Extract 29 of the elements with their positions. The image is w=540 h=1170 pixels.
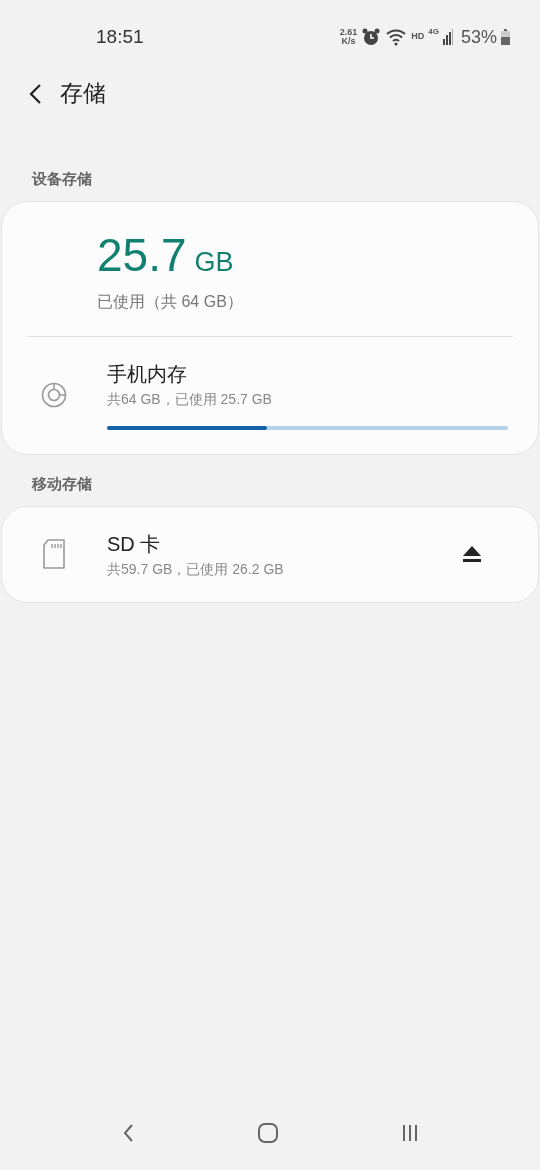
page-title: 存储 <box>60 80 106 108</box>
used-caption: 已使用（共 64 GB） <box>97 292 244 312</box>
eject-button[interactable] <box>462 545 482 563</box>
back-button[interactable] <box>28 83 42 105</box>
pie-chart-icon <box>40 380 68 409</box>
section-label: 移动存储 <box>30 474 93 494</box>
speed-unit: K/s <box>341 37 356 46</box>
recent-apps-icon[interactable] <box>401 1123 419 1143</box>
speed-value: 2.61 <box>339 28 358 37</box>
item-name: SD 卡 <box>107 531 162 557</box>
item-name: 手机内存 <box>107 362 188 387</box>
back-nav-icon[interactable] <box>121 1122 135 1144</box>
status-time: 18:51 <box>96 24 144 49</box>
network-type: 4G <box>428 25 439 38</box>
alarm-icon <box>361 27 382 47</box>
item-detail: 共59.7 GB，已使用 26.2 GB <box>107 559 285 579</box>
battery-icon <box>501 29 510 45</box>
sd-card-icon <box>42 539 66 569</box>
signal-icon <box>442 29 453 45</box>
storage-item[interactable]: SD 卡 共59.7 GB，已使用 26.2 GB <box>2 506 538 602</box>
storage-item[interactable]: 手机内存 共64 GB，已使用 25.7 GB <box>2 337 538 454</box>
used-unit: GB <box>194 245 234 279</box>
wifi-icon <box>385 28 408 46</box>
section-label: 设备存储 <box>30 169 93 189</box>
used-amount: 25.7 <box>97 231 187 278</box>
item-detail: 共64 GB，已使用 25.7 GB <box>107 390 273 409</box>
hd-label: HD <box>411 30 425 44</box>
battery-percent: 53% <box>460 25 497 49</box>
home-nav-icon[interactable] <box>257 1122 279 1144</box>
